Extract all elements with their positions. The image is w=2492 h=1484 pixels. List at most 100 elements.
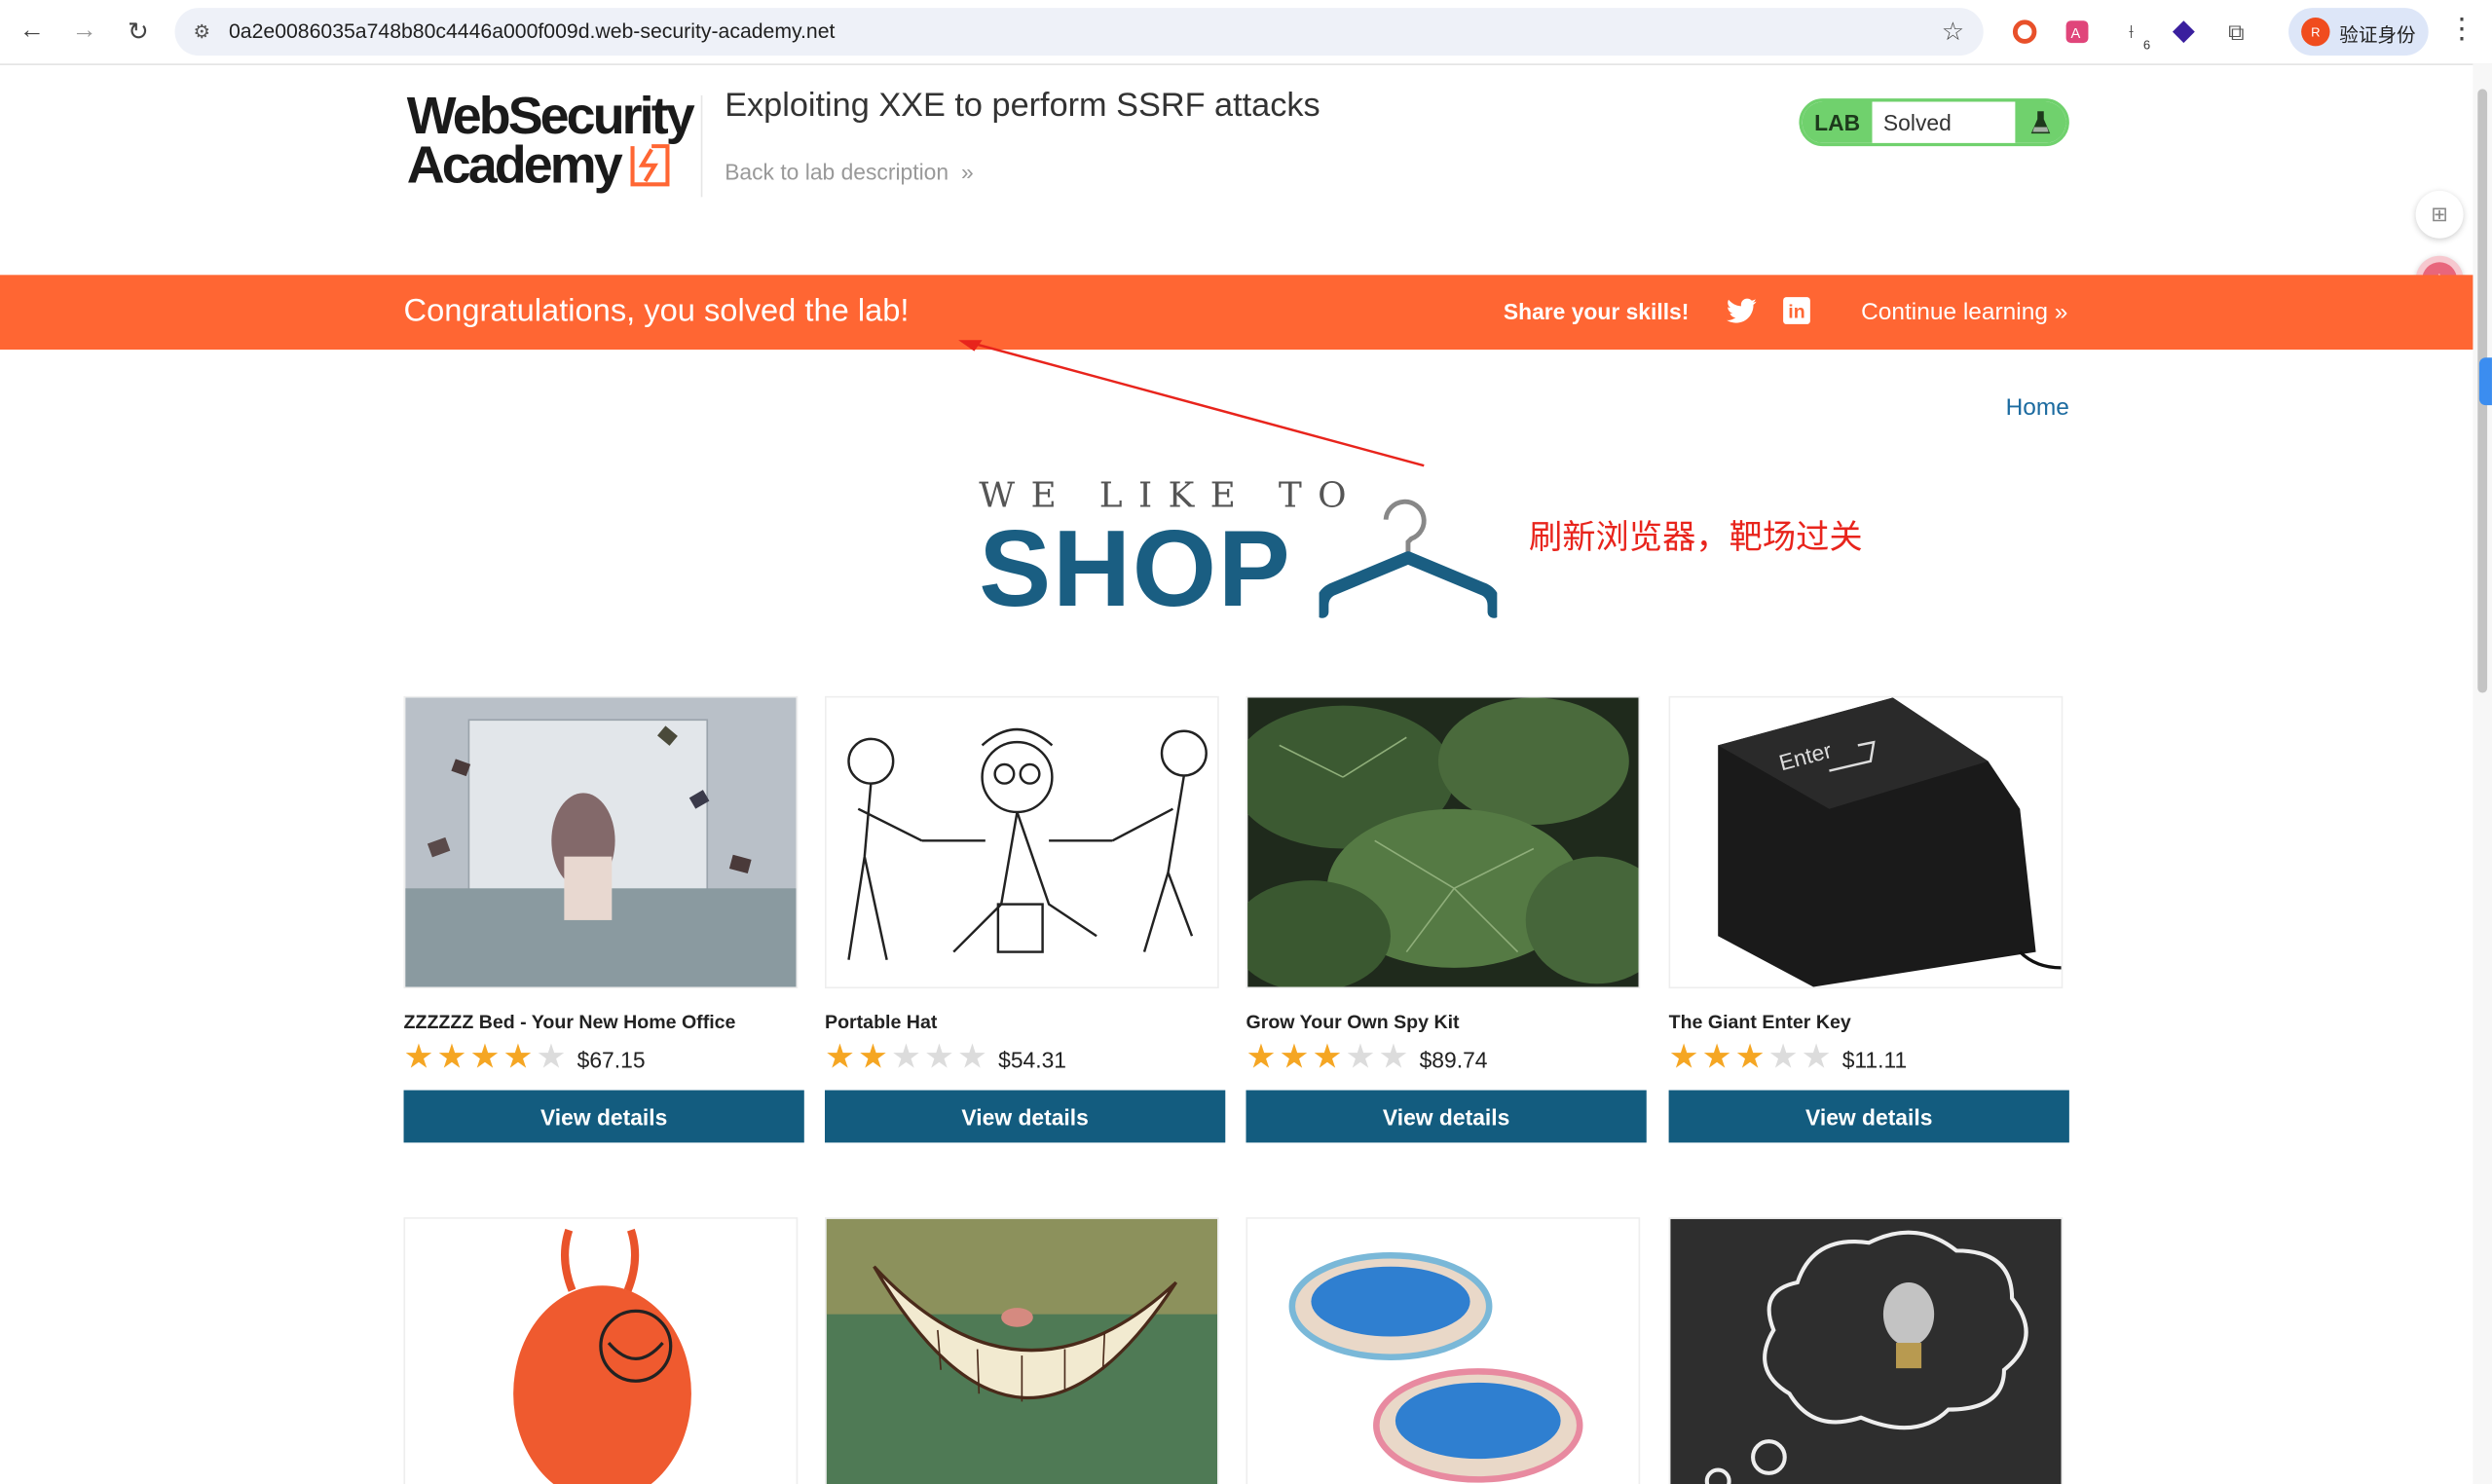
forward-icon[interactable]: →	[65, 13, 103, 51]
star-icon: ★	[502, 1038, 534, 1076]
product-name: Portable Hat	[825, 1010, 938, 1033]
star-icon: ★	[1767, 1038, 1799, 1076]
back-icon[interactable]: ←	[13, 13, 51, 51]
continue-learning-link[interactable]: Continue learning »	[1861, 299, 2067, 326]
product-price: $11.11	[1841, 1047, 1908, 1073]
browser-menu-icon[interactable]: ⋮	[2447, 13, 2475, 46]
hanger-icon	[1319, 499, 1498, 618]
lab-status-text: Solved	[1882, 109, 1952, 135]
browser-toolbar: ← → ↻ ⚙ 0a2e0086035a748b80c4446a000f009d…	[0, 0, 2492, 65]
product-image-spy-kit[interactable]	[1246, 695, 1641, 989]
logo-line2: Academy	[406, 134, 623, 195]
product-price: $67.15	[577, 1047, 646, 1073]
logo-line2-wrap: Academy	[406, 134, 692, 195]
share-skills-label: Share your skills!	[1503, 298, 1690, 324]
extension-badge-count: 6	[2142, 38, 2151, 53]
product-price: $89.74	[1419, 1047, 1488, 1073]
star-icon: ★	[825, 1038, 855, 1076]
star-icon: ★	[857, 1038, 888, 1076]
translate-extension-icon[interactable]: A	[2062, 16, 2094, 48]
star-icon: ★	[1734, 1038, 1766, 1076]
product-image-giant-enter-key[interactable]: Enter	[1668, 695, 2064, 989]
star-icon: ★	[1701, 1038, 1732, 1076]
product-image-space-hopper[interactable]	[403, 1217, 799, 1484]
view-details-button[interactable]: View details	[1668, 1090, 2069, 1143]
twitter-icon[interactable]	[1726, 297, 1758, 325]
view-details-button[interactable]: View details	[1246, 1090, 1647, 1143]
double-chevron-icon: »	[960, 159, 974, 185]
star-icon: ★	[436, 1038, 467, 1076]
linkedin-icon[interactable]: in	[1783, 297, 1810, 324]
product-card: Grow Your Own Spy Kit ★ ★ ★ ★ ★ $89.74 View …	[1246, 695, 1647, 1143]
flask-icon	[2015, 101, 2066, 143]
product-rating: ★ ★ ★ ★ ★ $67.15	[404, 1039, 804, 1074]
star-icon: ★	[1668, 1038, 1699, 1076]
profile-button[interactable]: R 验证身份	[2288, 8, 2429, 56]
product-rating: ★ ★ ★ ★ ★ $54.31	[825, 1039, 1225, 1074]
lab-status-badge: LAB Solved	[1799, 98, 2069, 147]
logo-bolt-icon	[630, 144, 670, 187]
svg-text:A: A	[2070, 26, 2080, 42]
qr-code-icon[interactable]: ⊞	[2415, 190, 2464, 239]
shop-logo-title: SHOP	[979, 508, 1292, 630]
bookmark-star-icon[interactable]: ☆	[1942, 16, 1964, 48]
product-card	[1668, 1217, 2069, 1484]
extensions-puzzle-icon[interactable]: ⧉	[2220, 16, 2252, 48]
product-image-portable-hat[interactable]	[825, 695, 1219, 989]
product-price: $54.31	[998, 1047, 1067, 1073]
product-image-bed[interactable]	[403, 695, 799, 989]
site-info-icon[interactable]: ⚙	[188, 18, 216, 46]
product-name: The Giant Enter Key	[1668, 1010, 1851, 1033]
product-card: Portable Hat ★ ★ ★ ★ ★ $54.31 View details	[825, 695, 1226, 1143]
star-icon: ★	[469, 1038, 501, 1076]
star-icon: ★	[956, 1038, 987, 1076]
product-card	[403, 1217, 804, 1484]
product-image-lightbulb[interactable]	[1668, 1217, 2064, 1484]
reload-icon[interactable]: ↻	[119, 13, 157, 51]
star-icon: ★	[1801, 1038, 1832, 1076]
double-chevron-icon: »	[2054, 298, 2068, 326]
continue-learning-label: Continue learning	[1861, 298, 2048, 326]
star-icon: ★	[1312, 1038, 1343, 1076]
extension-red-circle-icon[interactable]	[2009, 16, 2041, 48]
profile-avatar: R	[2301, 17, 2330, 47]
star-icon: ★	[536, 1038, 567, 1076]
product-image-smile[interactable]	[825, 1217, 1219, 1484]
product-rating: ★ ★ ★ ★ ★ $89.74	[1246, 1039, 1646, 1074]
product-card: ZZZZZZ Bed - Your New Home Office ★ ★ ★ ★ ★ …	[403, 695, 804, 1143]
web-security-academy-logo[interactable]: WebSecurity Academy	[406, 86, 695, 195]
lab-badge-label: LAB	[1802, 101, 1873, 143]
product-name: ZZZZZZ Bed - Your New Home Office	[403, 1010, 736, 1033]
view-details-button[interactable]: View details	[403, 1090, 804, 1143]
profile-label: 验证身份	[2339, 23, 2416, 47]
product-image-paddling-pools[interactable]	[1246, 1217, 1641, 1484]
address-bar[interactable]: ⚙ 0a2e0086035a748b80c4446a000f009d.web-s…	[174, 8, 1984, 56]
side-panel-tab[interactable]	[2478, 357, 2492, 406]
star-icon: ★	[1378, 1038, 1409, 1076]
home-link[interactable]: Home	[2006, 394, 2069, 422]
lab-title: Exploiting XXE to perform SSRF attacks	[725, 87, 1320, 125]
header-divider	[700, 94, 703, 198]
product-card	[1246, 1217, 1646, 1484]
logo-line1: WebSecurity	[406, 86, 695, 145]
star-icon: ★	[890, 1038, 921, 1076]
annotation-note: 刷新浏览器，靶场过关	[1528, 519, 1863, 557]
view-details-button[interactable]: View details	[825, 1090, 1226, 1143]
url-text[interactable]: 0a2e0086035a748b80c4446a000f009d.web-sec…	[229, 19, 835, 43]
product-card: Enter The Giant Enter Key ★ ★ ★ ★ ★ $11.11 V…	[1668, 695, 2069, 1143]
browser-viewport: ← → ↻ ⚙ 0a2e0086035a748b80c4446a000f009d…	[0, 0, 2492, 1484]
extension-badge-icon[interactable]: ⟊ 6	[2115, 16, 2150, 52]
congratulations-text: Congratulations, you solved the lab!	[403, 293, 910, 329]
back-to-lab-link[interactable]: Back to lab description »	[725, 159, 973, 184]
star-icon: ★	[1279, 1038, 1310, 1076]
solved-banner: Congratulations, you solved the lab! Sha…	[0, 275, 2473, 351]
product-name: Grow Your Own Spy Kit	[1246, 1010, 1460, 1033]
star-icon: ★	[1246, 1038, 1277, 1076]
back-link-label: Back to lab description	[725, 159, 949, 185]
shop-logo: WE LIKE TO SHOP	[979, 477, 1362, 631]
star-icon: ★	[1345, 1038, 1376, 1076]
star-icon: ★	[403, 1038, 434, 1076]
extension-diamond-icon[interactable]	[2168, 16, 2200, 48]
star-icon: ★	[923, 1038, 954, 1076]
product-card	[825, 1217, 1225, 1484]
